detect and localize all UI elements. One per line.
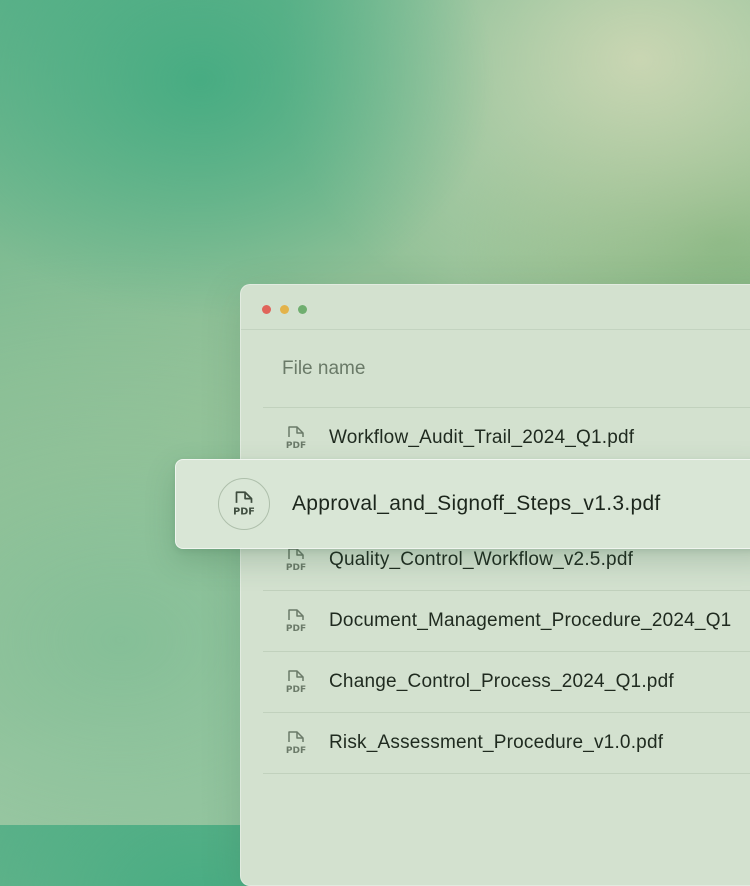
file-name: Workflow_Audit_Trail_2024_Q1.pdf	[329, 427, 635, 448]
file-name: Quality_Control_Workflow_v2.5.pdf	[329, 549, 634, 570]
pdf-icon-label: PDF	[286, 441, 306, 451]
pdf-icon-label: PDF	[233, 507, 255, 518]
zoom-window-button[interactable]	[298, 305, 307, 314]
file-name: Risk_Assessment_Procedure_v1.0.pdf	[329, 732, 664, 753]
file-name-column-header[interactable]: File name	[263, 330, 750, 408]
dragged-file-card[interactable]: PDF Approval_and_Signoff_Steps_v1.3.pdf	[175, 459, 750, 549]
file-row[interactable]: PDF Document_Management_Procedure_2024_Q…	[263, 591, 750, 652]
window-titlebar[interactable]	[241, 285, 750, 330]
file-row[interactable]: PDF Change_Control_Process_2024_Q1.pdf	[263, 652, 750, 713]
file-name: Document_Management_Procedure_2024_Q1	[329, 610, 732, 631]
file-window: File name PDF Workflow_Audit_Trail_2024_…	[240, 284, 750, 886]
pdf-icon-label: PDF	[286, 746, 306, 756]
pdf-file-icon: PDF	[286, 426, 306, 451]
file-name: Change_Control_Process_2024_Q1.pdf	[329, 671, 674, 692]
dragged-file-name: Approval_and_Signoff_Steps_v1.3.pdf	[292, 492, 661, 515]
pdf-icon-label: PDF	[286, 624, 306, 634]
pdf-file-icon: PDF	[286, 731, 306, 756]
pdf-file-icon: PDF	[286, 609, 306, 634]
pdf-icon-label: PDF	[286, 563, 306, 573]
pdf-file-icon: PDF	[233, 491, 255, 518]
file-list: File name PDF Workflow_Audit_Trail_2024_…	[263, 330, 750, 774]
pdf-file-icon: PDF	[286, 670, 306, 695]
pdf-file-icon-badge: PDF	[218, 478, 270, 530]
pdf-icon-label: PDF	[286, 685, 306, 695]
minimize-window-button[interactable]	[280, 305, 289, 314]
file-row[interactable]: PDF Risk_Assessment_Procedure_v1.0.pdf	[263, 713, 750, 774]
close-window-button[interactable]	[262, 305, 271, 314]
pdf-file-icon: PDF	[286, 548, 306, 573]
